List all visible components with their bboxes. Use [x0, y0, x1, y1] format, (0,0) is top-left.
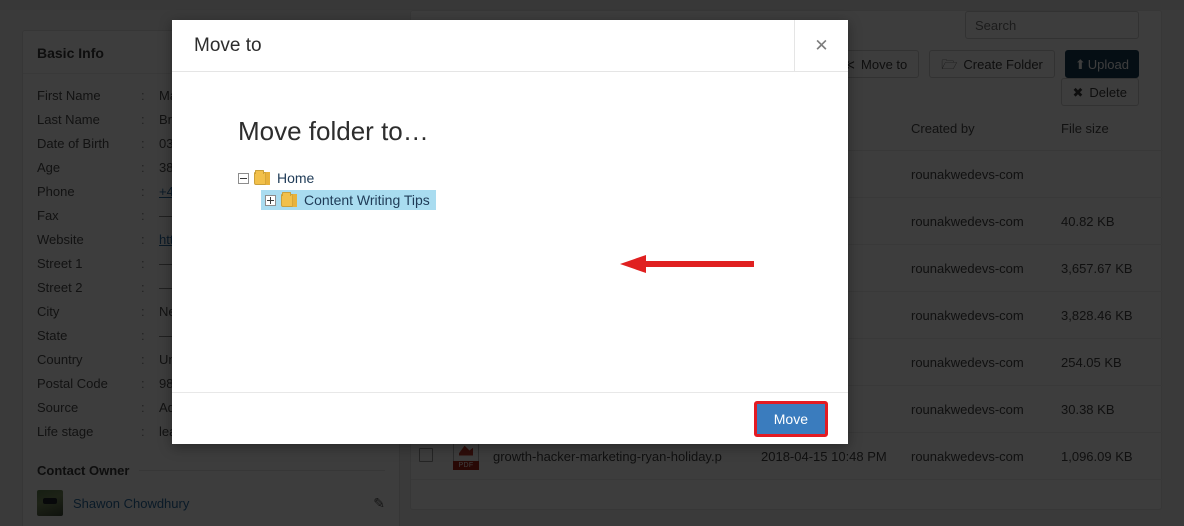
- move-confirm-button[interactable]: Move: [756, 404, 825, 434]
- expand-plus-icon[interactable]: [265, 194, 276, 206]
- modal-footer: Move: [172, 392, 848, 444]
- modal-heading: Move folder to…: [238, 116, 429, 146]
- move-button-highlight: Move: [753, 401, 828, 437]
- folder-tree: Home Content Writing Tips: [238, 167, 848, 211]
- modal-body: Move folder to… Home Content Writing Tips: [172, 72, 848, 392]
- close-x-icon[interactable]: ✕: [794, 20, 848, 71]
- selected-highlight[interactable]: Content Writing Tips: [261, 190, 436, 210]
- folder-icon: [254, 169, 270, 185]
- folder-tree-label: Home: [277, 170, 315, 186]
- move-to-modal: Move to ✕ Move folder to… Home Content Wr…: [172, 20, 848, 444]
- folder-tree-node[interactable]: Home: [238, 167, 848, 189]
- red-arrow-pointing-left: [620, 255, 754, 273]
- modal-title: Move to: [194, 34, 262, 56]
- collapse-minus-icon[interactable]: [238, 172, 249, 184]
- folder-tree-label: Content Writing Tips: [304, 192, 430, 208]
- screen-root: Basic Info First Name:MarLast Name:BrowD…: [0, 0, 1184, 526]
- folder-icon: [281, 191, 297, 207]
- modal-header: Move to ✕: [172, 20, 848, 72]
- folder-tree-node[interactable]: Content Writing Tips: [261, 189, 848, 211]
